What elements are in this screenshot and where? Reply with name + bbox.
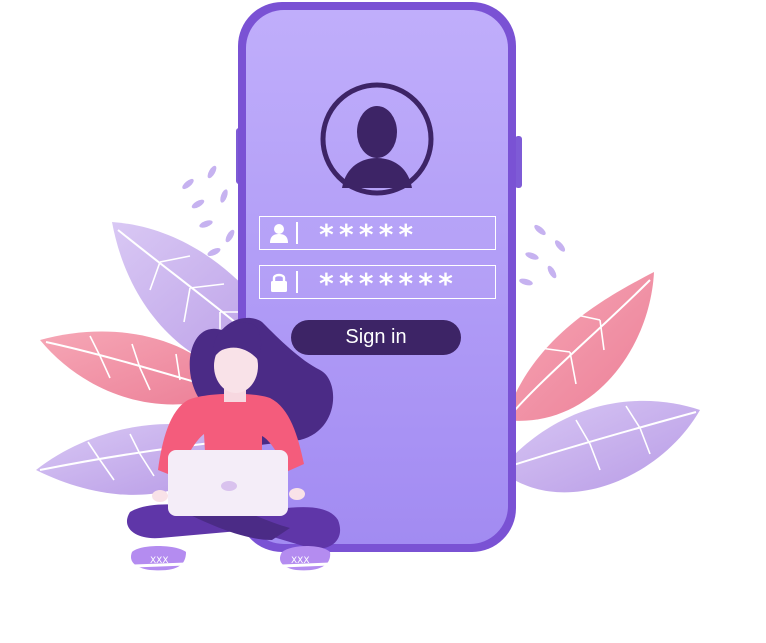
username-value: ***** (318, 218, 418, 251)
field-divider (296, 222, 298, 244)
lock-icon (271, 273, 287, 292)
username-field[interactable]: ***** (259, 216, 496, 250)
sign-in-button[interactable]: Sign in (291, 320, 461, 355)
password-field[interactable]: ******* (259, 265, 496, 299)
login-form: ***** ******* Sign in (0, 0, 766, 643)
user-icon (270, 224, 288, 243)
password-value: ******* (318, 267, 458, 300)
field-divider (296, 271, 298, 293)
